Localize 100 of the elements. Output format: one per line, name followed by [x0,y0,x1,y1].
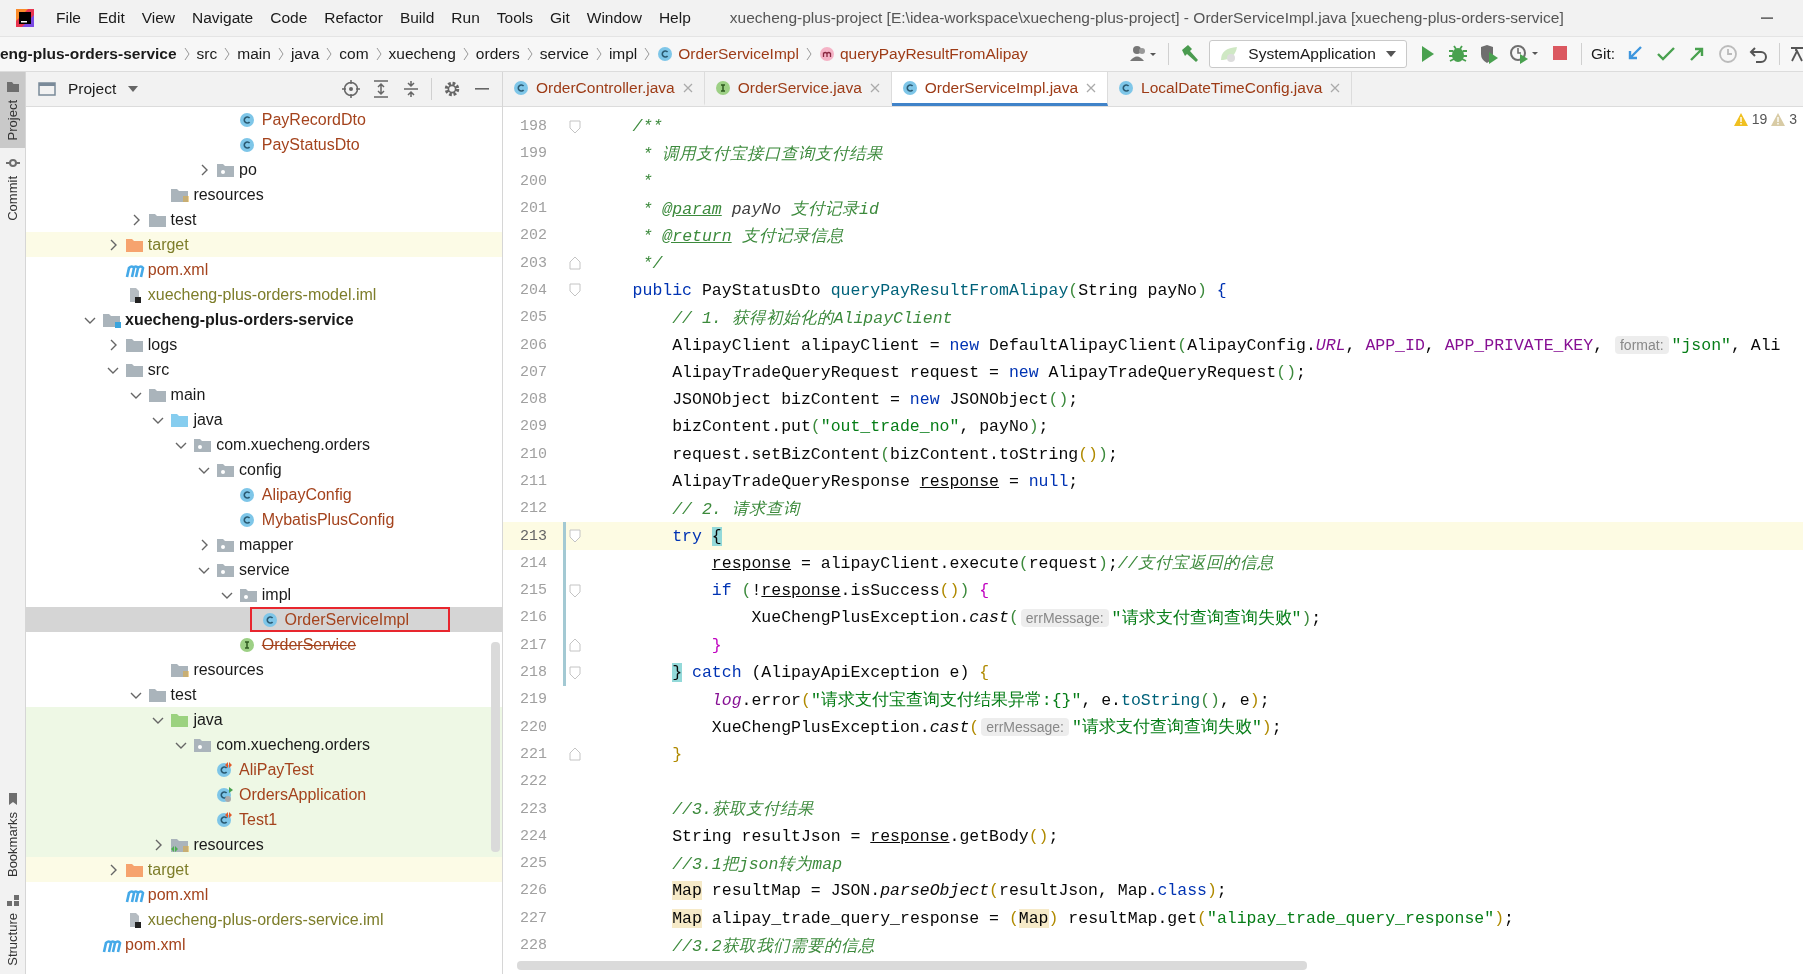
tree-item[interactable]: pom.xml [26,932,502,957]
menu-item[interactable]: View [141,9,176,27]
breadcrumb[interactable]: src [191,45,223,63]
code-text: "json", Ali [1671,335,1781,355]
locate-icon[interactable] [341,79,361,99]
menu-item[interactable]: Window [586,9,642,27]
code-text: // 1. 获得初始化的AlipayClient [671,307,953,329]
breadcrumb[interactable]: impl [603,45,643,63]
tree-item[interactable]: mapper [26,532,502,557]
tree-item[interactable]: OrderService [26,632,502,657]
menu-item[interactable]: Tools [496,9,533,27]
tree-item[interactable]: po [26,157,502,182]
tree-item[interactable]: target [26,857,502,882]
breadcrumb[interactable]: com [334,45,374,63]
code-text: JSONObject bizContent = new JSONObject(); [671,390,1079,410]
structure-icon [5,893,20,908]
menu-item[interactable]: Edit [98,9,125,27]
tree-item[interactable]: impl [26,582,502,607]
breadcrumb[interactable]: orders [470,45,525,63]
folder-icon [216,461,236,478]
menu-item[interactable]: Code [270,9,308,27]
code-text: XueChengPlusException.cast( [710,717,980,737]
menu-item[interactable]: Build [399,9,435,27]
tree-item[interactable]: AlipayConfig [26,482,502,507]
tool-window-button[interactable]: Bookmarks [0,784,25,886]
tree-item[interactable]: PayRecordDto [26,107,502,132]
tree-item[interactable]: resources [26,657,502,682]
breadcrumb[interactable]: queryPayResultFromAlipay [813,45,1033,63]
folder-icon [193,736,214,753]
tree-item[interactable]: Test1 [26,807,502,832]
tree-item[interactable]: src [26,357,502,382]
code-text: */ [641,253,663,273]
tree-item[interactable]: java [26,707,502,732]
menu-item[interactable]: Navigate [192,9,254,27]
tree-item[interactable]: test [26,207,502,232]
tree-item[interactable]: PayStatusDto [26,132,502,157]
tool-window-button[interactable]: Project [0,72,25,149]
tree-item[interactable]: OrdersApplication [26,782,502,807]
tree-item[interactable]: java [26,407,502,432]
debug-icon[interactable] [1446,43,1469,65]
tree-item[interactable]: resources [26,182,502,207]
tree-item[interactable]: target [26,232,502,257]
tree-item[interactable]: pom.xml [26,882,502,907]
code-text: request.setBizContent(bizContent.toString()); [671,444,1118,464]
line-number: 224 [519,827,547,845]
tree-item[interactable]: pom.xml [26,257,502,282]
editor-tab[interactable]: OrderController.java [503,72,705,106]
tree-item[interactable]: service [26,557,502,582]
tool-window-button[interactable]: Structure [0,885,25,974]
expand-all-icon[interactable] [371,79,391,99]
parameter-hint: format: [1614,336,1669,354]
line-number: 211 [519,473,547,490]
breadcrumb[interactable]: OrderServiceImpl [652,45,804,63]
code-text: response = alipayClient.execute(request);//支付宝返回的信息 [710,553,1274,575]
menu-item[interactable]: File [56,9,81,27]
menu-item[interactable]: Git [549,9,570,27]
tree-item[interactable]: xuecheng-plus-orders-model.iml [26,282,502,307]
tree-item[interactable]: xuecheng-plus-orders-service [26,307,502,332]
tree-item[interactable]: logs [26,332,502,357]
menu-item[interactable]: Run [451,9,480,27]
tree-item[interactable]: main [26,382,502,407]
caret-icon[interactable] [126,84,141,94]
weak-warning-count[interactable]: 3 [1789,111,1797,127]
scrollbar[interactable] [491,642,500,852]
code-text: * 调用支付宝接口查询支付结果 [641,143,884,165]
breadcrumb[interactable]: xuecheng [383,45,461,63]
tree-item[interactable]: config [26,457,502,482]
breadcrumb[interactable]: java [285,45,325,63]
tree-item[interactable]: xuecheng-plus-orders-service.iml [26,907,502,932]
tree-item[interactable]: MybatisPlusConfig [26,507,502,532]
tree-item[interactable]: resources [26,832,502,857]
tree-item[interactable]: AliPayTest [26,757,502,782]
editor-tab[interactable]: OrderServiceImpl.java [891,72,1109,106]
tree-item[interactable]: test [26,682,502,707]
chevron-icon [374,45,383,63]
breadcrumb[interactable]: eng-plus-orders-service [0,45,182,63]
settings-icon[interactable] [442,79,462,99]
editor-tab[interactable]: LocalDateTimeConfig.java [1108,72,1353,106]
tool-window-button[interactable]: Commit [0,148,25,230]
editor-tab[interactable]: OrderService.java [704,72,892,106]
class-icon [901,79,918,96]
parameter-hint: errMessage: [1020,609,1109,627]
profiler-icon[interactable] [1508,43,1541,65]
collapse-all-icon[interactable] [401,79,421,99]
tree-item[interactable]: com.xuecheng.orders [26,732,502,757]
tree-item[interactable]: com.xuecheng.orders [26,432,502,457]
menu-item[interactable]: Help [658,9,691,27]
tree-item[interactable]: OrderServiceImpl [26,607,502,632]
line-number: 219 [519,691,547,709]
panel-title[interactable]: Project [68,80,117,98]
breadcrumb[interactable]: main [232,45,276,63]
warning-count[interactable]: 19 [1751,111,1768,127]
scrollbar[interactable] [517,961,1307,970]
code-text: * [641,171,653,191]
breadcrumb[interactable]: service [534,45,594,63]
folder-icon [216,561,236,578]
parameter-hint: errMessage: [981,718,1069,737]
code-text: * @param payNo 支付记录id [641,198,879,220]
run-configuration-dropdown[interactable]: SystemApplication [1209,40,1407,68]
menu-item[interactable]: Refactor [324,9,383,27]
